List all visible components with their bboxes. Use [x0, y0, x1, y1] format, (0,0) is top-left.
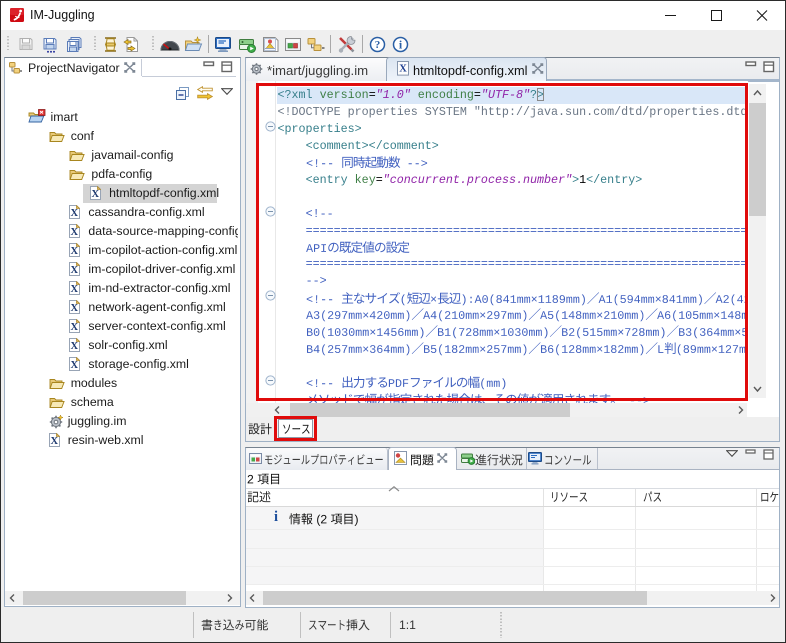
svg-text:X: X [71, 284, 79, 295]
svg-text:X: X [71, 360, 79, 371]
svg-text:X: X [399, 64, 407, 75]
svg-text:X: X [71, 208, 79, 219]
svg-text:X: X [71, 303, 79, 314]
svg-text:X: X [92, 189, 100, 200]
svg-text:X: X [71, 246, 79, 257]
svg-text:X: X [71, 322, 79, 333]
svg-text:?: ? [375, 39, 381, 51]
svg-text:X: X [71, 227, 79, 238]
svg-text:X: X [71, 341, 79, 352]
svg-text:X: X [50, 436, 58, 447]
svg-text:X: X [71, 265, 79, 276]
